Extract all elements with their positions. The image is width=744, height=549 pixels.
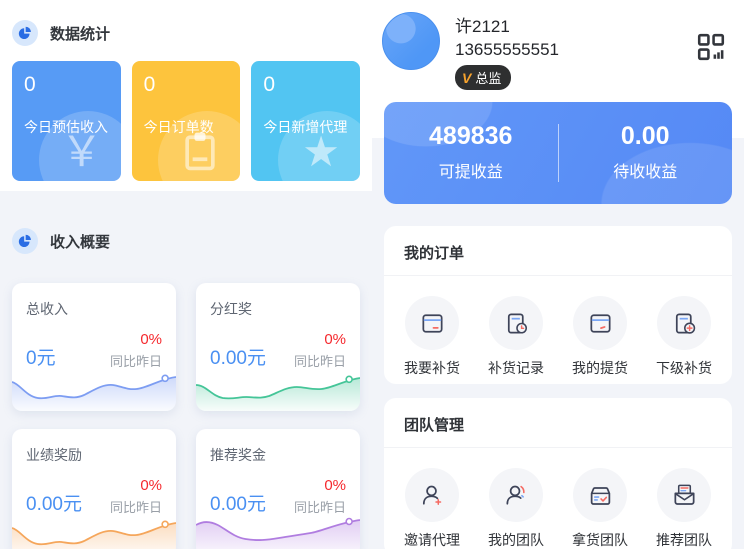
menu-item-label: 拿货团队 — [572, 532, 628, 548]
income-card-compare: 同比昨日 — [293, 500, 346, 515]
income-card-compare: 同比昨日 — [109, 500, 162, 515]
income-card-percent: 0% — [140, 331, 162, 348]
pickup-icon — [573, 296, 627, 350]
income-card-total[interactable]: 总收入 0元 0% 同比昨日 — [12, 283, 176, 411]
avatar[interactable] — [382, 12, 440, 70]
menu-item-my-team[interactable]: 我的团队 — [474, 468, 558, 548]
my-team-icon — [489, 468, 543, 522]
orders-card: 我的订单 我要补货 补货记录 我的提货 下级补货 — [384, 226, 732, 384]
right-column: 许2121 13655555551 V 总监 489836 可提收益 0.00 … — [372, 0, 744, 549]
menu-item-label: 我要补货 — [404, 360, 460, 376]
level-badge: V 总监 — [455, 65, 512, 90]
stat-value: 0 — [143, 73, 156, 96]
earnings-card: 489836 可提收益 0.00 待收收益 — [384, 102, 732, 204]
left-column: 数据统计 0 今日预估收入 ￥ 0 今日订单数 0 今日新增代理 ★ 收入概要 … — [0, 0, 372, 549]
stat-value: 0 — [24, 73, 36, 96]
stat-value: 0 — [263, 73, 276, 96]
income-card-percent: 0% — [324, 331, 346, 348]
withdrawable-value: 489836 — [429, 122, 513, 150]
pending-label: 待收收益 — [613, 164, 678, 181]
menu-item-restock[interactable]: 我要补货 — [390, 296, 474, 376]
invite-agent-icon — [405, 468, 459, 522]
restock-icon — [405, 296, 459, 350]
sparkline-chart — [12, 374, 176, 411]
sparkline-chart — [196, 375, 360, 411]
income-header: 收入概要 — [12, 228, 360, 254]
stat-card-estimated-income[interactable]: 0 今日预估收入 ￥ — [12, 61, 121, 181]
v-level-icon: V — [462, 69, 472, 86]
user-name: 许2121 — [455, 17, 510, 36]
income-card-title: 分红奖 — [210, 301, 252, 317]
income-section: 收入概要 总收入 0元 0% 同比昨日 分红奖 0.00元 0% 同比昨日 业绩… — [0, 191, 372, 549]
orders-card-title: 我的订单 — [384, 226, 732, 276]
income-card-value: 0.00元 — [210, 494, 266, 515]
income-card-title: 推荐奖金 — [210, 447, 266, 463]
dashboard-page: 数据统计 0 今日预估收入 ￥ 0 今日订单数 0 今日新增代理 ★ 收入概要 … — [0, 0, 744, 549]
income-card-compare: 同比昨日 — [293, 354, 346, 369]
income-card-percent: 0% — [324, 477, 346, 494]
referral-team-icon — [657, 468, 711, 522]
stats-section: 数据统计 0 今日预估收入 ￥ 0 今日订单数 0 今日新增代理 ★ — [0, 0, 372, 191]
menu-item-restock-record[interactable]: 补货记录 — [474, 296, 558, 376]
stats-header: 数据统计 — [12, 20, 360, 46]
menu-item-pickup[interactable]: 我的提货 — [558, 296, 642, 376]
pie-chart-icon — [12, 20, 38, 46]
menu-item-referral-team[interactable]: 推荐团队 — [642, 468, 726, 548]
team-card: 团队管理 邀请代理 我的团队 拿货团队 推荐团队 — [384, 398, 732, 549]
income-card-referral[interactable]: 推荐奖金 0.00元 0% 同比昨日 — [196, 429, 360, 549]
pie-chart-icon — [12, 228, 38, 254]
income-card-value: 0.00元 — [26, 494, 82, 515]
menu-item-label: 我的团队 — [488, 532, 544, 548]
menu-item-goods-team[interactable]: 拿货团队 — [558, 468, 642, 548]
stat-card-order-count[interactable]: 0 今日订单数 — [131, 61, 241, 181]
restock-record-icon — [489, 296, 543, 350]
menu-item-label: 补货记录 — [488, 360, 544, 376]
user-phone: 13655555551 — [455, 40, 560, 59]
team-card-title: 团队管理 — [384, 398, 732, 448]
menu-item-invite-agent[interactable]: 邀请代理 — [390, 468, 474, 548]
income-card-title: 总收入 — [26, 301, 68, 317]
withdrawable-earnings[interactable]: 489836 可提收益 — [384, 124, 558, 182]
income-cards-grid: 总收入 0元 0% 同比昨日 分红奖 0.00元 0% 同比昨日 业绩奖励 0.… — [12, 283, 360, 549]
pending-earnings[interactable]: 0.00 待收收益 — [559, 124, 733, 182]
income-card-performance[interactable]: 业绩奖励 0.00元 0% 同比昨日 — [12, 429, 176, 549]
menu-item-label: 推荐团队 — [656, 532, 712, 548]
sparkline-chart — [196, 517, 360, 549]
level-badge-label: 总监 — [475, 71, 502, 86]
income-card-percent: 0% — [140, 477, 162, 494]
profile-header: 许2121 13655555551 V 总监 — [372, 0, 744, 90]
stats-section-title: 数据统计 — [50, 25, 111, 43]
menu-item-sub-restock[interactable]: 下级补货 — [642, 296, 726, 376]
goods-team-icon — [573, 468, 627, 522]
income-card-compare: 同比昨日 — [109, 354, 162, 369]
sparkline-chart — [12, 520, 176, 549]
withdrawable-label: 可提收益 — [438, 164, 503, 181]
pending-value: 0.00 — [620, 122, 670, 150]
data-panel-icon[interactable] — [696, 32, 726, 62]
income-section-title: 收入概要 — [50, 233, 111, 251]
income-card-value: 0.00元 — [210, 348, 266, 369]
menu-item-label: 邀请代理 — [404, 532, 460, 548]
sub-restock-icon — [657, 296, 711, 350]
stat-card-new-agents[interactable]: 0 今日新增代理 ★ — [251, 61, 361, 181]
income-card-value: 0元 — [26, 348, 56, 369]
income-card-dividend[interactable]: 分红奖 0.00元 0% 同比昨日 — [196, 283, 360, 411]
menu-item-label: 下级补货 — [656, 360, 712, 376]
menu-item-label: 我的提货 — [572, 360, 628, 376]
income-card-title: 业绩奖励 — [26, 447, 82, 463]
stat-cards-row: 0 今日预估收入 ￥ 0 今日订单数 0 今日新增代理 ★ — [12, 61, 361, 181]
